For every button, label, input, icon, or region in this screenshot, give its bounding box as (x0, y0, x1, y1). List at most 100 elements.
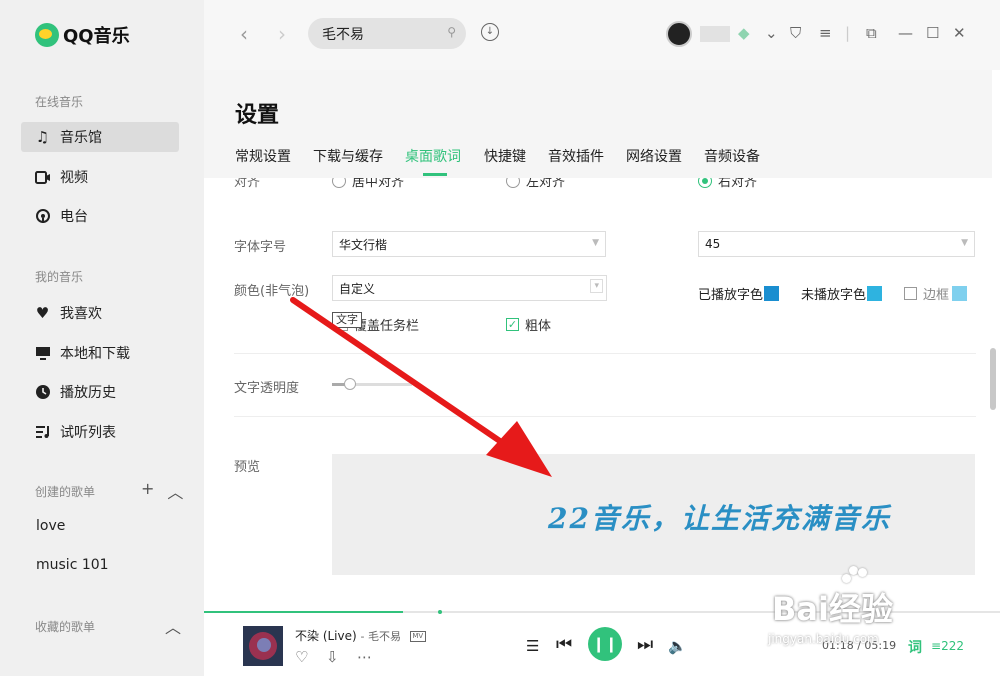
color-mode-select[interactable]: 自定义 ▾ (332, 275, 607, 301)
chevron-down-icon: ▼ (961, 238, 968, 248)
close-icon[interactable]: ✕ (953, 24, 966, 42)
created-playlist-tools: + ︿ (141, 479, 183, 503)
plus-icon[interactable]: + (141, 479, 154, 503)
skin-shirt-icon[interactable]: ⛉ (790, 24, 801, 42)
border-color-swatch (952, 286, 968, 301)
search-value: 毛不易 (322, 26, 364, 43)
download-icon[interactable]: ⇩ (326, 648, 339, 666)
baidu-watermark: Bai经验 jingyan.baidu.com (762, 566, 992, 662)
sidebar-item-video[interactable]: 视频 (21, 162, 179, 192)
sidebar-item-label: 本地和下载 (60, 346, 130, 362)
menu-icon[interactable]: ≡ (819, 24, 832, 42)
settings-header: 设置 常规设置 下载与缓存 桌面歌词 快捷键 音效插件 网络设置 音频设备 (204, 70, 992, 178)
tab-shortcuts[interactable]: 快捷键 (484, 146, 526, 166)
heart-outline-icon[interactable]: ♡ (295, 648, 308, 666)
back-arrow-icon[interactable]: ‹ (240, 22, 248, 46)
play-mode-icon[interactable]: ☰ (526, 637, 539, 655)
sidebar-item-history[interactable]: 播放历史 (21, 377, 179, 407)
border-option[interactable]: 边框 (904, 284, 968, 303)
chevron-up-icon[interactable]: ︿ (165, 614, 181, 638)
chevron-down-icon: ▾ (590, 279, 603, 293)
unplayed-color-option[interactable]: 未播放字色 (801, 284, 883, 303)
top-bar: ‹ › 毛不易 ⚲ ↓ ◆ ⌄ ⛉ ≡ | ⧉ — ☐ ✕ (204, 0, 1000, 70)
next-icon[interactable]: ⏭ (637, 634, 653, 655)
voice-search-icon[interactable]: ↓ (481, 23, 499, 41)
progress-handle[interactable] (438, 610, 442, 614)
sidebar-item-radio[interactable]: 电台 (21, 201, 179, 231)
album-cover[interactable] (243, 626, 283, 666)
tab-desktop-lyrics[interactable]: 桌面歌词 (405, 146, 461, 166)
video-icon (34, 169, 51, 186)
tab-sound-plugins[interactable]: 音效插件 (548, 146, 604, 166)
tab-download-cache[interactable]: 下载与缓存 (313, 146, 383, 166)
opacity-slider-handle[interactable] (343, 378, 356, 390)
music-note-icon: ♫ (35, 128, 50, 146)
username-blurred[interactable] (700, 26, 730, 42)
scrollbar[interactable] (990, 348, 996, 410)
progress-fill (204, 611, 403, 613)
heart-icon: ♥ (35, 304, 50, 322)
pause-button[interactable]: ❙❙ (588, 627, 622, 661)
font-label: 字体字号 (234, 240, 287, 255)
played-color-option[interactable]: 已播放字色 (698, 284, 780, 303)
tab-audio-device[interactable]: 音频设备 (704, 146, 760, 166)
chevron-down-icon: ▼ (592, 238, 599, 248)
minimize-icon[interactable]: — (898, 24, 913, 42)
sidebar-item-favorites[interactable]: ♥ 我喜欢 (21, 298, 179, 328)
qq-music-logo-icon (35, 23, 59, 47)
song-title[interactable]: 不染 (Live) (295, 629, 357, 643)
tooltip: 文字 (332, 312, 362, 328)
opacity-slider[interactable] (332, 378, 412, 390)
section-created-playlists: 创建的歌单 (35, 485, 96, 499)
divider (234, 416, 976, 417)
avatar[interactable] (666, 21, 692, 47)
watermark-logo: Bai经验 (772, 590, 893, 628)
chevron-down-icon[interactable]: ⌄ (765, 24, 778, 42)
mini-mode-icon[interactable]: ⧉ (866, 24, 877, 42)
border-checkbox (904, 287, 917, 300)
separator: | (845, 24, 851, 42)
playlist-item[interactable]: music 101 (36, 557, 109, 573)
artist-name[interactable]: 毛不易 (368, 630, 401, 643)
radio-align-center[interactable]: 居中对齐 (332, 178, 404, 190)
section-my-music: 我的音乐 (35, 270, 84, 284)
lyrics-preview: 22音乐，让生活充满音乐 (332, 454, 975, 575)
sidebar-item-music-hall[interactable]: ♫ 音乐馆 (21, 122, 179, 152)
active-tab-indicator (423, 173, 447, 176)
monitor-icon (34, 345, 51, 362)
tab-general[interactable]: 常规设置 (235, 146, 291, 166)
maximize-icon[interactable]: ☐ (926, 24, 939, 42)
forward-arrow-icon[interactable]: › (278, 22, 286, 46)
opacity-label: 文字透明度 (234, 381, 300, 396)
app-logo[interactable]: QQ音乐 (35, 22, 130, 48)
volume-icon[interactable]: 🔈 (668, 637, 687, 655)
watermark-url: jingyan.baidu.com (768, 632, 879, 646)
section-online-music: 在线音乐 (35, 95, 84, 109)
more-icon[interactable]: ⋯ (357, 648, 372, 666)
unplayed-color-swatch (867, 286, 883, 301)
playlist-icon (34, 424, 51, 441)
radio-align-right[interactable]: 右对齐 (698, 178, 757, 190)
search-input[interactable]: 毛不易 ⚲ (308, 18, 466, 49)
sidebar-item-label: 电台 (60, 209, 88, 225)
sidebar-item-local-download[interactable]: 本地和下载 (21, 338, 179, 368)
chevron-up-icon[interactable]: ︿ (167, 479, 183, 503)
now-playing: 不染 (Live) - 毛不易 MV (295, 627, 426, 644)
previous-icon[interactable]: ⏮ (556, 634, 572, 655)
diamond-vip-icon[interactable]: ◆ (738, 24, 750, 42)
app-name: QQ音乐 (63, 26, 130, 47)
mv-icon[interactable]: MV (409, 631, 426, 642)
page-title: 设置 (235, 103, 280, 128)
radio-align-left[interactable]: 左对齐 (506, 178, 565, 190)
sidebar-item-label: 我喜欢 (60, 306, 102, 322)
played-color-swatch (764, 286, 780, 301)
bold-checkbox[interactable]: ✓ 粗体 (506, 315, 551, 334)
section-collected-playlists: 收藏的歌单 (35, 620, 96, 634)
font-size-select[interactable]: 45 ▼ (698, 231, 975, 257)
search-icon[interactable]: ⚲ (447, 25, 456, 39)
sidebar-item-trial-list[interactable]: 试听列表 (21, 417, 179, 447)
tab-network[interactable]: 网络设置 (626, 146, 682, 166)
playlist-item[interactable]: love (36, 518, 65, 534)
font-family-select[interactable]: 华文行楷 ▼ (332, 231, 606, 257)
clock-icon (34, 384, 51, 401)
